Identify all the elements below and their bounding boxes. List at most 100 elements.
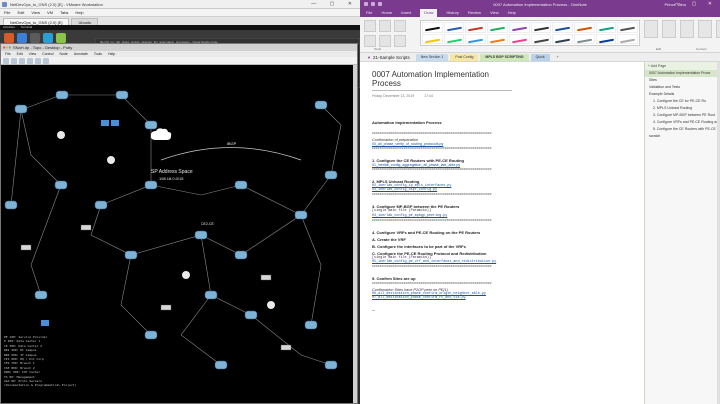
tab-insert[interactable]: Insert xyxy=(401,9,411,17)
toolbar-tool-icon[interactable] xyxy=(43,58,49,64)
page-list-item[interactable]: scratch xyxy=(645,133,720,140)
vm-tab-netdevops[interactable]: NetDevOps_to_GNS (2.0) [E] xyxy=(3,18,70,25)
pen-swatch[interactable] xyxy=(595,22,617,33)
page-list-item[interactable]: 1. Configure the CE for PE-CE Ro xyxy=(645,98,720,105)
panel-activities[interactable]: Activities xyxy=(3,25,15,30)
menu-vm[interactable]: VM xyxy=(47,9,53,16)
topology-scrollbar[interactable] xyxy=(353,65,357,403)
tab-draw[interactable]: Draw xyxy=(420,9,438,17)
add-page-button[interactable]: + Add Page xyxy=(645,62,720,70)
onenote-window-controls[interactable]: — ▢ ✕ xyxy=(675,0,717,9)
page-list-item[interactable]: Example Details xyxy=(645,91,720,98)
undo-icon[interactable] xyxy=(371,2,375,6)
cloud-icon xyxy=(150,128,172,140)
rotate-button[interactable] xyxy=(698,20,712,38)
section-tab-mpls-bgp-scripting[interactable]: MPLS BGP SCRIPTING xyxy=(480,53,529,61)
notebook-name: 21-Sample Scripts xyxy=(372,54,410,60)
highlighter-swatch[interactable] xyxy=(465,33,487,44)
page-list-item[interactable]: 0007 Automation Implementation Proce xyxy=(645,70,720,77)
page-list-item[interactable]: 5. Configure the CE Routers with PE-CE R… xyxy=(645,126,720,133)
pen-swatch[interactable] xyxy=(573,22,595,33)
arrange-button[interactable] xyxy=(680,20,694,38)
highlighter-swatch[interactable] xyxy=(443,33,465,44)
page-list-item[interactable]: 2. MPLS Unicast Routing xyxy=(645,105,720,112)
pen-swatch[interactable] xyxy=(573,33,595,44)
highlighter-icon[interactable] xyxy=(394,35,406,47)
pen-tool-icon[interactable] xyxy=(379,35,391,47)
topo-menu-help[interactable]: Help xyxy=(108,51,115,57)
toolbar-tool-icon[interactable] xyxy=(11,58,17,64)
gns3-icon[interactable] xyxy=(56,33,66,43)
add-section-icon[interactable]: + xyxy=(552,54,564,61)
note-content[interactable]: Automation Implementation Process ######… xyxy=(372,120,640,312)
pen-swatch[interactable] xyxy=(487,22,508,33)
highlighter-swatch[interactable] xyxy=(422,33,443,44)
lasso-select-icon[interactable] xyxy=(379,20,391,32)
back-icon[interactable] xyxy=(364,2,368,6)
topo-menu-annotate[interactable]: Annotate xyxy=(74,51,88,57)
highlighter-swatch[interactable] xyxy=(508,33,530,44)
tab-view[interactable]: View xyxy=(490,9,499,17)
topo-menu-control[interactable]: Control xyxy=(42,51,53,57)
menu-edit[interactable]: Edit xyxy=(17,9,24,16)
vmware-window-controls[interactable]: — ▢ ✕ xyxy=(311,0,358,9)
page-list-item[interactable]: Validation and Tests xyxy=(645,84,720,91)
page-list-item[interactable]: 4. Configure VRFs and PE-CE Routing an xyxy=(645,119,720,126)
toolbar-tool-icon[interactable] xyxy=(27,58,33,64)
pen-swatch[interactable] xyxy=(617,33,638,44)
menu-view[interactable]: View xyxy=(31,9,40,16)
menu-file[interactable]: File xyxy=(4,9,10,16)
eraser-icon[interactable] xyxy=(394,20,406,32)
pen-swatch[interactable] xyxy=(422,22,443,33)
page-time: 17:44 xyxy=(424,94,433,98)
ink-to-text-button[interactable] xyxy=(716,20,720,38)
topology-canvas[interactable]: SP Address Space 198.18.0.0/15 iBGP CE2-… xyxy=(1,65,357,403)
tab-history[interactable]: History xyxy=(446,9,458,17)
menu-tabs[interactable]: Tabs xyxy=(60,9,68,16)
section-tab-new-section-1[interactable]: New Section 1 xyxy=(415,53,449,61)
page-title[interactable]: 0007 Automation Implementation Process xyxy=(372,70,512,91)
tab-review[interactable]: Review xyxy=(468,9,481,17)
pen-swatch[interactable] xyxy=(552,22,573,33)
pen-swatch[interactable] xyxy=(552,33,573,44)
tab-file[interactable]: File xyxy=(366,9,372,17)
panel-terminal[interactable]: Terminal xyxy=(21,25,32,30)
page-list-item[interactable]: Sites xyxy=(645,77,720,84)
pen-swatch[interactable] xyxy=(617,22,638,33)
redo-icon[interactable] xyxy=(378,2,382,6)
type-tool-icon[interactable] xyxy=(364,20,376,32)
insert-space-button[interactable] xyxy=(644,20,658,38)
topo-menu-edit[interactable]: Edit xyxy=(17,51,23,57)
notebook-selector[interactable]: ▼ 21-Sample Scripts xyxy=(363,55,414,60)
panning-hand-icon[interactable] xyxy=(364,35,376,47)
page-list-item[interactable]: 3. Configure MP-BGP between PE Rout xyxy=(645,112,720,119)
vm-tab-ubuntu[interactable]: Ubuntu xyxy=(71,18,99,25)
menu-help[interactable]: Help xyxy=(75,9,83,16)
pen-swatch[interactable] xyxy=(465,22,487,33)
section-tab-quick[interactable]: Quick xyxy=(530,53,550,61)
tab-help[interactable]: Help xyxy=(508,9,516,17)
pen-swatch[interactable] xyxy=(595,33,617,44)
toolbar-tool-icon[interactable] xyxy=(19,58,25,64)
script-link[interactable]: 07_all_destination_phase_confirm_rc_and_… xyxy=(372,296,640,300)
highlighter-swatch[interactable] xyxy=(487,33,508,44)
firefox-icon[interactable] xyxy=(4,33,14,43)
terminal-icon[interactable] xyxy=(30,33,40,43)
pen-swatch[interactable] xyxy=(443,22,465,33)
section-tab-post-config[interactable]: Post Config xyxy=(450,53,479,61)
topo-menu-tools[interactable]: Tools xyxy=(94,51,102,57)
toolbar-tool-icon[interactable] xyxy=(3,58,9,64)
note-page[interactable]: 0007 Automation Implementation Process F… xyxy=(360,62,640,404)
pen-swatch[interactable] xyxy=(530,22,552,33)
files-icon[interactable] xyxy=(17,33,27,43)
delete-button[interactable] xyxy=(662,20,676,38)
topo-menu-node[interactable]: Node xyxy=(60,51,68,57)
pen-swatch[interactable] xyxy=(530,33,552,44)
topo-menu-file[interactable]: File xyxy=(5,51,11,57)
vscode-icon[interactable] xyxy=(43,33,53,43)
page-date: Friday, December 13, 2019 xyxy=(372,94,415,98)
toolbar-tool-icon[interactable] xyxy=(35,58,41,64)
tab-home[interactable]: Home xyxy=(381,9,392,17)
topo-menu-view[interactable]: View xyxy=(29,51,37,57)
pen-swatch[interactable] xyxy=(508,22,530,33)
